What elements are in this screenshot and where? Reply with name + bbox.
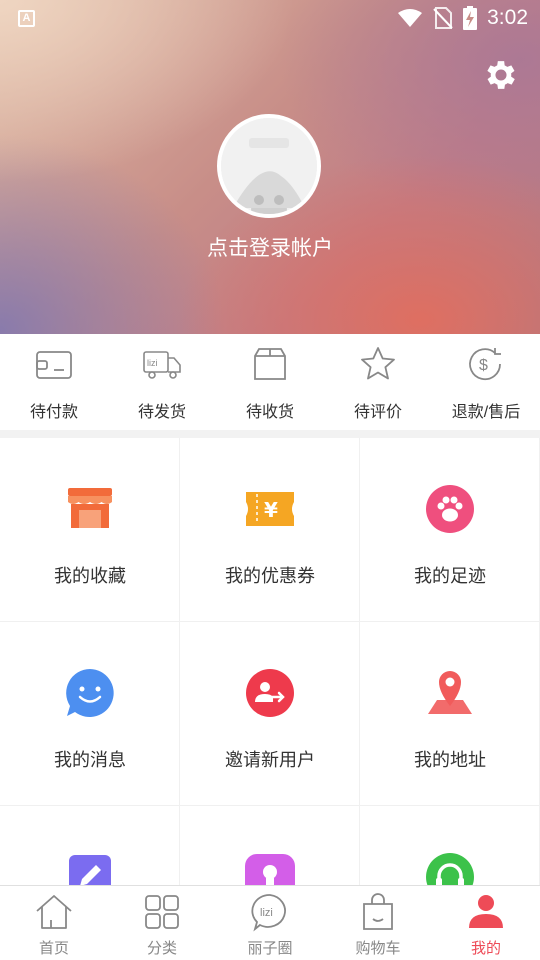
category-icon bbox=[145, 895, 179, 929]
tile-label: 我的消息 bbox=[54, 750, 126, 770]
tile-label: 我的足迹 bbox=[414, 566, 486, 586]
tab-label: 丽子圈 bbox=[247, 940, 293, 957]
tab-label: 我的 bbox=[470, 940, 501, 957]
order-label: 待收货 bbox=[245, 404, 294, 421]
favorites-tile[interactable]: 我的收藏 bbox=[0, 438, 180, 622]
gear-icon[interactable] bbox=[482, 56, 520, 94]
profile-header: A 3:02 点击登录帐户 bbox=[0, 0, 540, 334]
order-label: 待评价 bbox=[353, 404, 402, 421]
footprints-tile[interactable]: 我的足迹 bbox=[360, 438, 540, 622]
location-icon bbox=[428, 671, 472, 714]
profile-tile[interactable] bbox=[180, 806, 360, 886]
star-icon bbox=[361, 347, 395, 380]
status-bar: A 3:02 bbox=[0, 0, 540, 36]
bottom-nav: 首页 分类 lizi 丽子圈 购物车 我的 bbox=[0, 885, 540, 960]
avatar[interactable] bbox=[217, 114, 321, 218]
default-avatar-icon bbox=[221, 118, 317, 214]
order-pending-receipt[interactable]: 待收货 bbox=[216, 334, 324, 430]
coupons-tile[interactable]: ¥ 我的优惠券 bbox=[180, 438, 360, 622]
messages-tile[interactable]: 我的消息 bbox=[0, 622, 180, 806]
edit-tile[interactable] bbox=[0, 806, 180, 886]
tile-label: 我的优惠券 bbox=[225, 566, 315, 586]
order-pending-payment[interactable]: 待付款 bbox=[0, 334, 108, 430]
lizi-circle-icon: lizi bbox=[251, 894, 286, 932]
tab-home[interactable]: 首页 bbox=[0, 886, 108, 960]
headset-icon bbox=[426, 853, 474, 886]
tab-cart[interactable]: 购物车 bbox=[324, 886, 432, 960]
tile-label: 我的收藏 bbox=[54, 566, 126, 586]
paw-icon bbox=[426, 485, 474, 533]
tab-mine[interactable]: 我的 bbox=[432, 886, 540, 960]
tile-label: 我的地址 bbox=[414, 750, 486, 770]
order-label: 待付款 bbox=[29, 404, 78, 421]
status-indicators: 3:02 bbox=[397, 4, 528, 32]
tab-category[interactable]: 分类 bbox=[108, 886, 216, 960]
box-icon bbox=[254, 348, 286, 380]
order-refund[interactable]: $ 退款/售后 bbox=[432, 334, 540, 430]
tab-label: 购物车 bbox=[355, 940, 401, 957]
address-tile[interactable]: 我的地址 bbox=[360, 622, 540, 806]
store-icon bbox=[68, 488, 112, 528]
cart-bag-icon bbox=[363, 893, 393, 930]
battery-charging-icon bbox=[463, 6, 478, 30]
invite-icon bbox=[246, 669, 294, 717]
user-icon bbox=[469, 895, 503, 928]
feature-grid: 我的收藏 ¥ 我的优惠券 我的足迹 我的消息 邀请新用户 我的地址 bbox=[0, 438, 540, 886]
tab-label: 分类 bbox=[146, 940, 177, 957]
svg-text:lizi: lizi bbox=[147, 358, 158, 368]
tab-label: 首页 bbox=[38, 940, 69, 957]
clock: 3:02 bbox=[487, 6, 528, 29]
tab-lizi-circle[interactable]: lizi 丽子圈 bbox=[216, 886, 324, 960]
chat-icon bbox=[66, 669, 114, 717]
truck-icon: lizi bbox=[143, 351, 181, 379]
home-icon bbox=[36, 895, 72, 929]
order-pending-shipment[interactable]: lizi 待发货 bbox=[108, 334, 216, 430]
svg-text:¥: ¥ bbox=[264, 498, 278, 522]
wifi-icon bbox=[398, 9, 423, 27]
svg-text:$: $ bbox=[479, 357, 488, 374]
order-status-bar: 待付款 lizi 待发货 待收货 待评价 $ 退款/售后 bbox=[0, 334, 540, 430]
notification-icon: A bbox=[18, 10, 35, 27]
no-sim-icon bbox=[433, 7, 453, 29]
invite-tile[interactable]: 邀请新用户 bbox=[180, 622, 360, 806]
svg-text:lizi: lizi bbox=[260, 907, 273, 919]
tile-label: 邀请新用户 bbox=[225, 750, 315, 770]
customer-service-tile[interactable] bbox=[360, 806, 540, 886]
profile-icon bbox=[245, 854, 295, 886]
order-pending-review[interactable]: 待评价 bbox=[324, 334, 432, 430]
wallet-icon bbox=[36, 351, 72, 379]
section-divider bbox=[0, 430, 540, 438]
login-prompt[interactable]: 点击登录帐户 bbox=[0, 232, 540, 262]
refund-icon: $ bbox=[469, 348, 501, 381]
order-label: 待发货 bbox=[137, 404, 186, 421]
order-label: 退款/售后 bbox=[451, 404, 521, 421]
coupon-icon: ¥ bbox=[246, 492, 294, 526]
edit-icon bbox=[69, 855, 111, 886]
